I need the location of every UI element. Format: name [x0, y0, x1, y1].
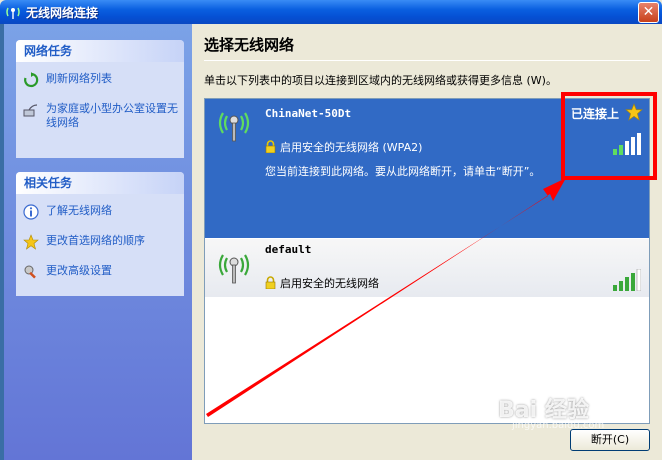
network-list[interactable]: ChinaNet-50Dt 启用安全的无线网络 (WPA2) 您当前连接到此网络…: [204, 98, 650, 424]
network-tasks-group: 网络任务 刷新网络列表 为家庭或小型办公室设置无线网络: [16, 40, 184, 158]
learn-wireless-label: 了解无线网络: [46, 204, 112, 217]
learn-wireless-link[interactable]: 了解无线网络: [16, 204, 184, 224]
disconnect-button[interactable]: 断开(C): [570, 429, 650, 451]
setup-home-network-label: 为家庭或小型办公室设置无线网络: [46, 102, 178, 129]
signal-strength-icon: [613, 269, 641, 291]
lock-icon: [265, 140, 276, 153]
network-security-label: 启用安全的无线网络 (WPA2): [280, 141, 423, 154]
title-divider: [204, 60, 650, 61]
wireless-icon: [6, 7, 20, 19]
setup-network-icon: [23, 104, 38, 117]
network-ssid: ChinaNet-50Dt: [265, 107, 352, 120]
wireless-antenna-icon: [218, 112, 250, 142]
settings-icon: [24, 265, 36, 279]
close-button[interactable]: ✕: [638, 2, 659, 23]
window-title: 无线网络连接: [26, 6, 99, 20]
advanced-settings-link[interactable]: 更改高级设置: [16, 264, 184, 284]
lock-icon: [265, 276, 276, 289]
advanced-settings-label: 更改高级设置: [46, 264, 112, 277]
network-security-label: 启用安全的无线网络: [280, 277, 379, 290]
connected-note: 您当前连接到此网络。要从此网络断开，请单击“断开”。: [265, 165, 541, 178]
network-item-default[interactable]: default 启用安全的无线网络: [205, 239, 649, 297]
info-icon: [23, 204, 39, 220]
network-item-chinanet[interactable]: ChinaNet-50Dt 启用安全的无线网络 (WPA2) 您当前连接到此网络…: [205, 99, 649, 238]
wireless-network-window: 无线网络连接 ✕ 网络任务 刷新网络列表 为家庭或小型办公室设置无线网络 相关任…: [0, 0, 662, 460]
baidu-watermark-url: jingyan.baidu.com: [512, 420, 605, 431]
change-network-order-label: 更改首选网络的顺序: [46, 234, 145, 247]
star-icon: [23, 234, 39, 250]
main-panel: 选择无线网络 单击以下列表中的项目以连接到区域内的无线网络或获得更多信息 (W)…: [192, 24, 662, 460]
refresh-network-list-link[interactable]: 刷新网络列表: [16, 72, 184, 92]
title-bar[interactable]: 无线网络连接 ✕: [0, 0, 662, 24]
preferred-star-icon: [625, 103, 643, 121]
refresh-icon: [24, 72, 39, 88]
change-network-order-link[interactable]: 更改首选网络的顺序: [16, 234, 184, 254]
page-title: 选择无线网络: [204, 36, 295, 54]
related-tasks-header[interactable]: 相关任务: [16, 172, 184, 194]
instructions-text: 单击以下列表中的项目以连接到区域内的无线网络或获得更多信息 (W)。: [204, 74, 557, 87]
network-tasks-header[interactable]: 网络任务: [16, 40, 184, 62]
network-security: 启用安全的无线网络 (WPA2): [265, 139, 422, 155]
related-tasks-group: 相关任务 了解无线网络 更改首选网络的顺序 更改高级设置: [16, 172, 184, 296]
network-security: 启用安全的无线网络: [265, 275, 379, 291]
connection-status: 已连接上: [570, 107, 619, 121]
setup-home-network-link[interactable]: 为家庭或小型办公室设置无线网络: [16, 102, 184, 130]
signal-strength-icon: [613, 133, 641, 155]
wireless-antenna-icon: [218, 254, 250, 284]
network-ssid: default: [265, 243, 312, 256]
task-pane: 网络任务 刷新网络列表 为家庭或小型办公室设置无线网络 相关任务 了解无线网络 …: [4, 24, 192, 460]
refresh-network-list-label: 刷新网络列表: [46, 72, 112, 85]
